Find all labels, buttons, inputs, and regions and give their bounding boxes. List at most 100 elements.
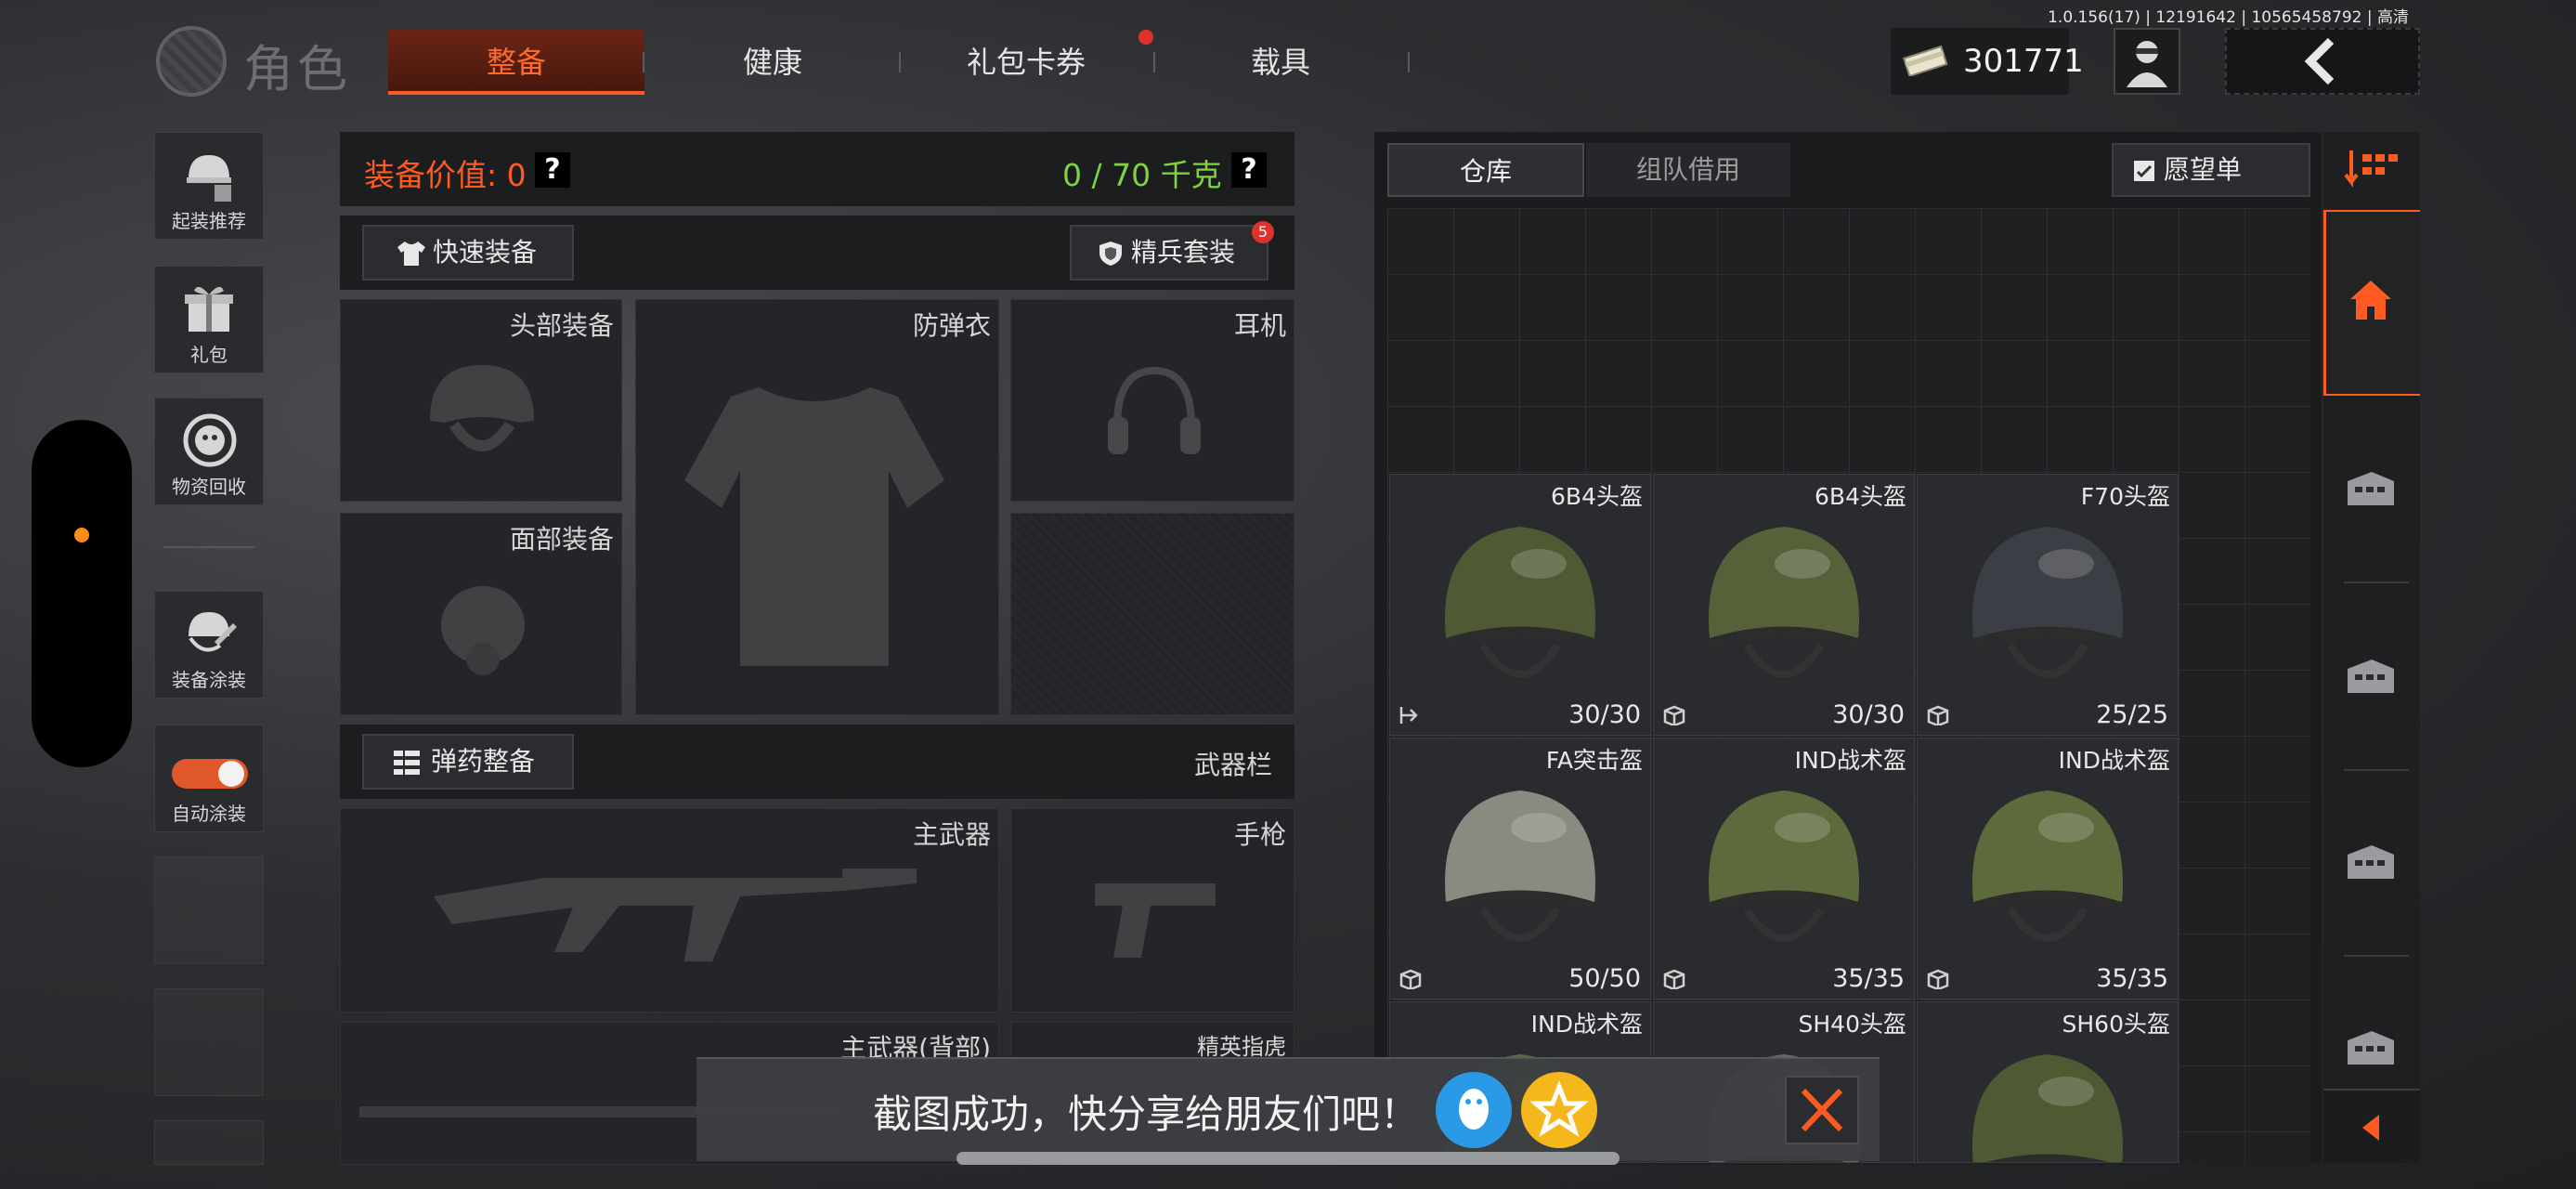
rail-home-tab[interactable] xyxy=(2323,210,2420,396)
qq-share-button[interactable] xyxy=(1436,1072,1512,1148)
pistol-silhouette-icon xyxy=(1095,883,1216,958)
warehouse-item[interactable]: IND战术盔 35/35 xyxy=(1653,738,1915,1000)
tab-health[interactable]: 健康 xyxy=(644,30,901,95)
storage-box-icon[interactable] xyxy=(2344,468,2398,509)
rail-collapse-button[interactable] xyxy=(2323,1089,2420,1163)
tab-loadout[interactable]: 整备 xyxy=(388,30,644,95)
helmet-icon xyxy=(1445,790,1595,942)
sidebar-item-label: 自动涂装 xyxy=(172,803,246,825)
helmet-recommend-icon xyxy=(187,155,231,202)
ammo-prep-button[interactable]: 弹药整备 xyxy=(362,734,574,790)
agent-avatar-icon xyxy=(2127,41,2167,87)
notification-dot xyxy=(1138,30,1153,45)
sidebar-item-label: 起装推荐 xyxy=(172,210,246,232)
storage-box-icon[interactable] xyxy=(2344,1027,2398,1068)
help-icon[interactable]: ? xyxy=(535,152,570,188)
toggle-icon[interactable] xyxy=(170,755,250,792)
screenshot-toast: 截图成功，快分享给朋友们吧！ xyxy=(696,1057,1880,1161)
head-gear-slot[interactable]: 头部装备 xyxy=(340,299,622,502)
warehouse-item[interactable]: F70头盔 25/25 xyxy=(1917,474,2179,736)
top-bar: 1.0.156(17) | 12191642 | 10565458792 | 高… xyxy=(0,0,2576,113)
warehouse-item[interactable]: IND战术盔 35/35 xyxy=(1917,738,2179,1000)
sidebar-item-recycle[interactable]: 物资回收 xyxy=(154,398,264,505)
rail-divider xyxy=(2344,769,2409,771)
face-gear-slot[interactable]: 面部装备 xyxy=(340,513,622,715)
cash-icon xyxy=(1902,45,1948,76)
pistol-slot[interactable]: 手枪 xyxy=(1010,808,1295,1013)
sidebar-item-auto-paint[interactable]: 自动涂装 xyxy=(154,725,264,832)
tab-divider xyxy=(1408,52,1410,72)
slot-label: 主武器 xyxy=(912,819,991,850)
qzone-share-button[interactable] xyxy=(1521,1072,1597,1148)
tab-team-borrow[interactable]: 组队借用 xyxy=(1586,143,1790,197)
agent-profile-button[interactable] xyxy=(2114,28,2180,95)
helmet-icon xyxy=(1445,527,1595,678)
side-handle[interactable] xyxy=(32,420,132,767)
item-name: IND战术盔 xyxy=(1794,747,1906,774)
weapon-bar-label: 武器栏 xyxy=(1193,750,1272,780)
armor-slot[interactable]: 防弹衣 xyxy=(635,299,999,715)
qq-penguin-icon xyxy=(1459,1089,1489,1130)
toast-close-button[interactable] xyxy=(1785,1076,1859,1144)
elite-kit-button[interactable]: 精兵套装 xyxy=(1070,225,1268,281)
back-button[interactable] xyxy=(2225,28,2420,95)
star-icon xyxy=(1529,1080,1589,1137)
box-icon xyxy=(1927,969,1949,989)
helmet-icon xyxy=(1709,790,1859,942)
vest-silhouette-icon xyxy=(684,387,944,666)
wishlist-button[interactable]: 愿望单 xyxy=(2112,143,2310,197)
helmet-icon xyxy=(1972,527,2123,678)
box-icon xyxy=(1663,969,1685,989)
tab-gift-cards[interactable]: 礼包卡券 xyxy=(901,30,1151,95)
rifle-silhouette-icon xyxy=(434,869,917,961)
chevron-left-icon xyxy=(2362,1115,2379,1141)
item-name: FA突击盔 xyxy=(1545,747,1643,774)
sort-icon[interactable] xyxy=(2344,145,2400,188)
rail-divider xyxy=(2344,581,2409,583)
home-indicator[interactable] xyxy=(956,1152,1620,1165)
home-icon xyxy=(2350,281,2391,320)
storage-box-icon[interactable] xyxy=(2344,842,2398,882)
gift-icon xyxy=(185,286,233,332)
toast-message: 截图成功，快分享给朋友们吧！ xyxy=(873,1091,1420,1137)
item-durability: 25/25 xyxy=(2096,700,2168,729)
tab-warehouse[interactable]: 仓库 xyxy=(1387,143,1584,197)
quick-equip-button[interactable]: 快速装备 xyxy=(362,225,574,281)
equipment-value: 装备价值: 0 xyxy=(364,157,527,193)
warehouse-item[interactable]: 6B4头盔 30/30 xyxy=(1653,474,1915,736)
headset-slot[interactable]: 耳机 xyxy=(1010,299,1295,502)
item-name: 6B4头盔 xyxy=(1551,483,1643,510)
elite-kit-badge: 5 xyxy=(1252,221,1274,243)
paint-icon xyxy=(189,612,237,652)
sidebar-item-gift[interactable]: 礼包 xyxy=(154,266,264,373)
wishlist-label: 愿望单 xyxy=(2164,154,2243,185)
currency-value: 301771 xyxy=(1963,43,2084,80)
tab-vehicles[interactable]: 载具 xyxy=(1155,30,1406,95)
gas-mask-silhouette-icon xyxy=(441,586,525,675)
sidebar-item-label: 物资回收 xyxy=(172,476,246,498)
version-info: 1.0.156(17) | 12191642 | 10565458792 | 高… xyxy=(2048,8,2409,27)
slot-label: 手枪 xyxy=(1233,819,1286,850)
box-icon xyxy=(1399,969,1422,989)
warehouse-item[interactable]: 6B4头盔 30/30 xyxy=(1389,474,1651,736)
headset-silhouette-icon xyxy=(1108,366,1201,454)
sidebar-item-recommend[interactable]: 起装推荐 xyxy=(154,132,264,240)
close-icon xyxy=(1801,1088,1843,1132)
sidebar-empty-slot xyxy=(154,988,264,1096)
sidebar-item-paint[interactable]: 装备涂装 xyxy=(154,591,264,699)
locked-slot xyxy=(1010,513,1295,715)
sidebar-item-label: 礼包 xyxy=(190,344,228,366)
primary-weapon-slot[interactable]: 主武器 xyxy=(340,808,999,1013)
warehouse-item[interactable]: FA突击盔 50/50 xyxy=(1389,738,1651,1000)
item-durability: 50/50 xyxy=(1568,964,1641,993)
back-arrow-icon xyxy=(2304,37,2335,85)
currency-display[interactable]: 301771 xyxy=(1891,28,2084,95)
storage-box-icon[interactable] xyxy=(2344,656,2398,697)
sidebar-empty-slot xyxy=(154,1120,264,1165)
helmet-icon xyxy=(1972,790,2123,942)
help-icon[interactable]: ? xyxy=(1231,152,1267,188)
warehouse-item[interactable]: SH60头盔 xyxy=(1917,1001,2179,1163)
item-name: SH60头盔 xyxy=(2062,1011,2170,1038)
item-name: SH40头盔 xyxy=(1798,1011,1906,1038)
page-title: 角色 xyxy=(243,40,351,98)
